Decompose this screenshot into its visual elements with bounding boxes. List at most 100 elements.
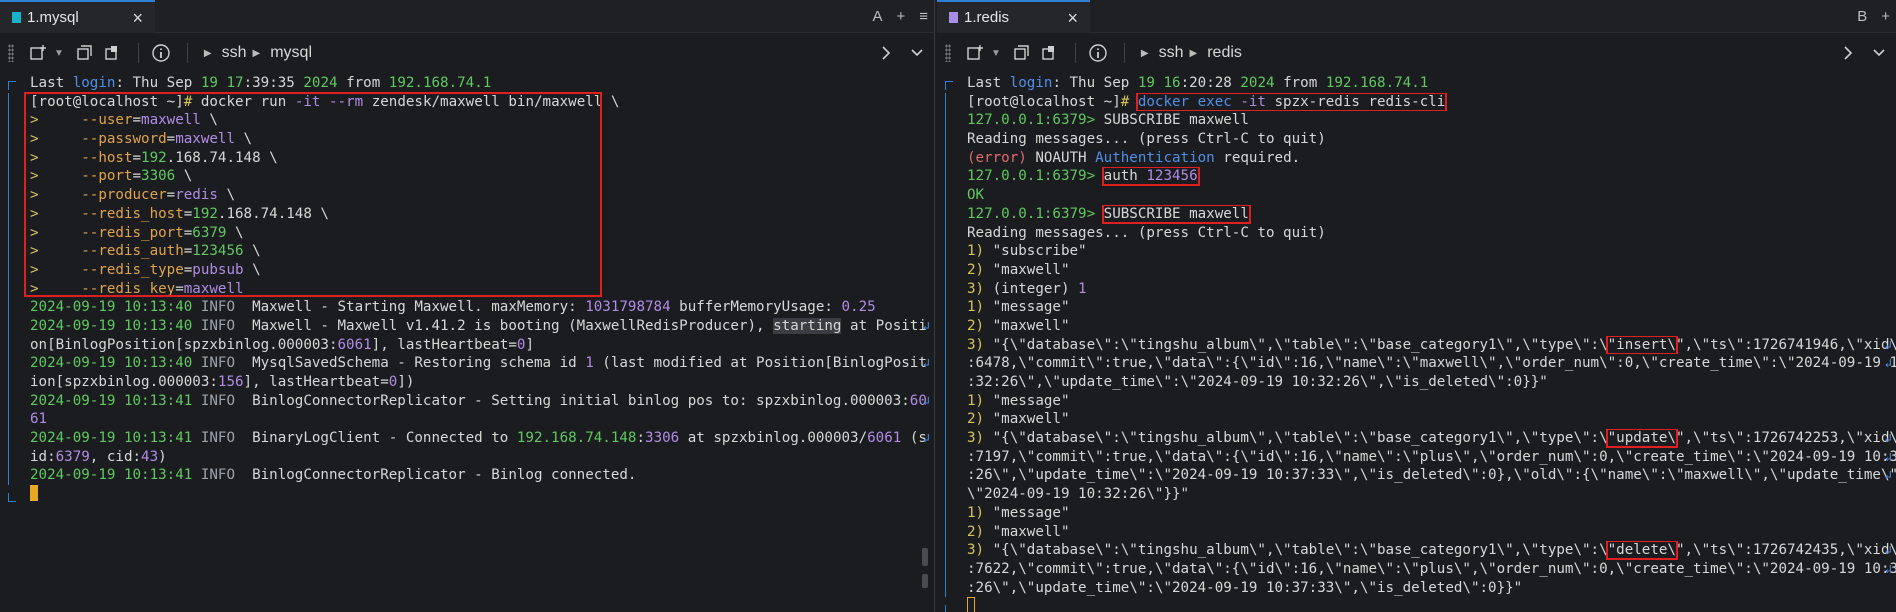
terminal-text: starting [773,317,842,334]
toolbar-grip[interactable] [945,44,951,62]
tab-bar: 1.redis × B + [937,0,1896,33]
gutter-bracket [8,279,9,299]
terminal-text: 2024-09-19 10:13:40 [30,317,201,334]
gutter-bracket [945,522,946,542]
line-wrap-icon: ↲ [922,318,930,333]
terminal-text: ], lastHeartbeat= [243,374,389,390]
highlight-box: auth 123456 [1101,167,1200,187]
terminal-text: --password [81,131,167,148]
terminal-text: -it --rm [294,93,364,110]
terminal-output[interactable]: Last login: Thu Sep 19 16:20:28 2024 fro… [937,74,1896,612]
terminal-line: > --producer=redis \ [0,186,934,205]
terminal-text: 2) [967,411,993,428]
terminal-text: 1031798784 [585,299,671,316]
pane-letter-button[interactable]: B [1857,8,1867,25]
terminal-text: 1 [585,355,594,372]
terminal-text: 192.168.74.1 [388,75,492,91]
new-session-icon[interactable] [26,41,50,65]
terminal-line: 2) "maxwell" [937,522,1896,542]
gutter-bracket [8,354,9,373]
terminal-text: at Positi [841,317,927,334]
chevron-right-icon[interactable] [1842,45,1854,61]
terminal-output[interactable]: Last login: Thu Sep 19 17:39:35 2024 fro… [0,74,934,612]
menu-button[interactable]: ≡ [919,8,928,25]
terminal-text: SUBSCRIBE maxwell [1101,204,1251,224]
breadcrumb-session[interactable]: mysql [270,44,312,62]
terminal-line: 2024-09-19 10:13:41 INFO BinaryLogClient… [0,429,934,448]
toolbar-divider [1074,43,1076,63]
gutter-bracket [8,492,16,502]
gutter-bracket [8,298,9,317]
terminal-text: 6061 [337,336,372,353]
terminal-text: 3) [967,336,993,353]
terminal-text: = [183,224,193,241]
terminal-line: Last login: Thu Sep 19 16:20:28 2024 fro… [937,74,1896,93]
terminal-line: \"2024-09-19 10:32:26\"}}" [937,485,1896,504]
close-icon[interactable]: × [1067,8,1078,28]
chevron-right-icon[interactable] [880,45,892,61]
terminal-text: > [30,261,82,278]
terminal-text: required. [1214,149,1301,166]
terminal-text: # [183,93,201,110]
info-icon[interactable] [1086,41,1110,65]
tab-mysql[interactable]: 1.mysql × [0,0,155,33]
terminal-line: :7197,\"commit\":true,\"data\":{\"id\":1… [937,447,1896,467]
gutter-bracket [8,391,9,411]
toolbar-grip[interactable] [8,44,14,62]
terminal-line: 3) "{\"database\":\"tingshu_album\",\"ta… [937,429,1896,448]
terminal-line: 2) "maxwell" [937,410,1896,430]
terminal-text: 19 17 [200,75,244,91]
crumb-arrow-icon: ▶ [203,47,212,59]
info-icon[interactable] [149,41,173,65]
new-tab-button[interactable]: + [1881,8,1890,25]
chevron-down-icon[interactable] [910,48,924,58]
scrollbar[interactable] [922,548,928,566]
chevron-down-icon[interactable] [1872,48,1886,58]
gutter-bracket [8,92,9,112]
terminal-text: :39:35 [243,75,304,91]
line-wrap-icon: ↲ [1884,337,1892,352]
highlight-box: docker exec -it spzx-redis redis-cli [1135,92,1448,112]
breadcrumb-ssh[interactable]: ssh [1159,44,1184,62]
terminal-text: Reading messages... (press Ctrl-C to qui… [967,131,1326,148]
chevron-down-icon[interactable]: ▼ [54,48,64,59]
pane-letter-button[interactable]: A [872,8,882,25]
terminal-text: Maxwell - Starting Maxwell. maxMemory: [252,299,586,316]
copy-icon[interactable] [1037,41,1061,65]
breadcrumb-ssh[interactable]: ssh [222,44,247,62]
terminal-text: "delete\ [1605,541,1678,560]
terminal-text: -it [1240,93,1266,110]
terminal-text: 6379 [192,224,227,241]
duplicate-session-icon[interactable] [1009,41,1033,65]
copy-icon[interactable] [100,41,124,65]
gutter-bracket [8,186,9,205]
gutter-bracket [945,242,946,261]
terminal-text: "subscribe" [992,243,1087,260]
terminal-text: 1) [967,504,993,521]
terminal-text: > [30,168,82,185]
new-tab-button[interactable]: + [896,8,905,25]
duplicate-session-icon[interactable] [72,41,96,65]
terminal-text: INFO [200,430,253,447]
breadcrumb-session[interactable]: redis [1207,44,1242,62]
terminal-text: maxwell [141,112,201,129]
close-icon[interactable]: × [132,8,143,28]
gutter-bracket [945,298,946,317]
gutter-bracket [8,242,9,261]
terminal-text: :26\",\"update_time\":\"2024-09-19 10:37… [967,579,1523,596]
gutter-bracket [8,316,9,336]
scrollbar[interactable] [922,574,928,588]
terminal-text: \ [243,261,261,278]
tab-redis[interactable]: 1.redis × [937,0,1090,33]
terminal-text: 2024-09-19 10:13:41 [30,392,201,409]
terminal-text: \ [226,224,244,241]
new-session-icon[interactable] [963,41,987,65]
terminal-line: > --host=192.168.74.148 \ [0,148,934,168]
terminal-text: :7197,\"commit\":true,\"data\":{\"id\":1… [967,448,1896,465]
terminal-line: 3) "{\"database\":\"tingshu_album\",\"ta… [937,335,1896,355]
terminal-text: ], lastHeartbeat= [371,336,517,353]
terminal-text: = [166,187,176,204]
chevron-down-icon[interactable]: ▼ [991,48,1001,59]
gutter-bracket [945,186,946,205]
terminal-text: zendesk/maxwell bin/maxwell \ [363,93,620,110]
